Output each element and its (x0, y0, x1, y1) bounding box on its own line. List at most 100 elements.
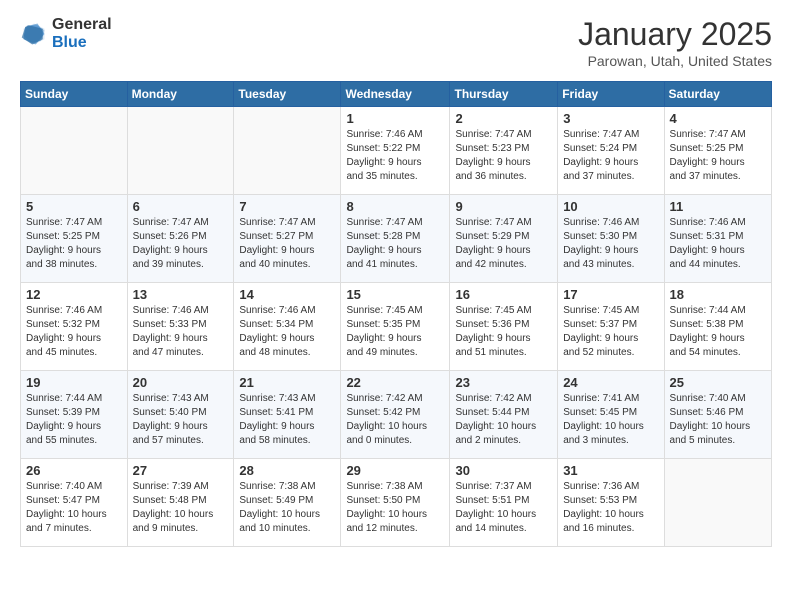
day-info: Sunrise: 7:41 AM Sunset: 5:45 PM Dayligh… (563, 392, 658, 448)
calendar-cell: 23 Sunrise: 7:42 AM Sunset: 5:44 PM Dayli… (450, 371, 558, 459)
day-number: 19 (26, 375, 122, 390)
day-info: Sunrise: 7:42 AM Sunset: 5:42 PM Dayligh… (346, 392, 444, 448)
col-wednesday: Wednesday (341, 82, 450, 107)
header: General Blue January 2025 Parowan, Utah,… (20, 16, 772, 69)
col-tuesday: Tuesday (234, 82, 341, 107)
calendar-header: Sunday Monday Tuesday Wednesday Thursday… (21, 82, 772, 107)
month-title: January 2025 (578, 16, 772, 53)
day-info: Sunrise: 7:46 AM Sunset: 5:22 PM Dayligh… (346, 128, 444, 184)
day-number: 24 (563, 375, 658, 390)
day-info: Sunrise: 7:47 AM Sunset: 5:26 PM Dayligh… (133, 216, 229, 272)
day-number: 5 (26, 199, 122, 214)
calendar-cell: 21Sunrise: 7:43 AM Sunset: 5:41 PM Dayli… (234, 371, 341, 459)
day-info: Sunrise: 7:38 AM Sunset: 5:49 PM Dayligh… (239, 480, 335, 536)
calendar-cell: 2 Sunrise: 7:47 AM Sunset: 5:23 PM Daylig… (450, 107, 558, 195)
day-number: 27 (133, 463, 229, 478)
calendar-cell: 29 Sunrise: 7:38 AM Sunset: 5:50 PM Dayli… (341, 459, 450, 547)
day-number: 23 (455, 375, 552, 390)
day-number: 14 (239, 287, 335, 302)
calendar-cell: 28 Sunrise: 7:38 AM Sunset: 5:49 PM Dayli… (234, 459, 341, 547)
calendar-cell: 8Sunrise: 7:47 AM Sunset: 5:28 PM Daylig… (341, 195, 450, 283)
day-number: 3 (563, 111, 658, 126)
day-number: 10 (563, 199, 658, 214)
day-number: 28 (239, 463, 335, 478)
calendar-cell: 30Sunrise: 7:37 AM Sunset: 5:51 PM Dayli… (450, 459, 558, 547)
calendar-cell: 24 Sunrise: 7:41 AM Sunset: 5:45 PM Dayli… (558, 371, 664, 459)
calendar-cell (21, 107, 128, 195)
day-number: 30 (455, 463, 552, 478)
calendar-cell: 4 Sunrise: 7:47 AM Sunset: 5:25 PM Daylig… (664, 107, 771, 195)
calendar-cell: 12 Sunrise: 7:46 AM Sunset: 5:32 PM Dayli… (21, 283, 128, 371)
calendar-cell: 13Sunrise: 7:46 AM Sunset: 5:33 PM Dayli… (127, 283, 234, 371)
day-number: 9 (455, 199, 552, 214)
calendar-cell: 10 Sunrise: 7:46 AM Sunset: 5:30 PM Dayli… (558, 195, 664, 283)
day-number: 12 (26, 287, 122, 302)
day-info: Sunrise: 7:47 AM Sunset: 5:23 PM Dayligh… (455, 128, 552, 184)
title-block: January 2025 Parowan, Utah, United State… (578, 16, 772, 69)
header-row: Sunday Monday Tuesday Wednesday Thursday… (21, 82, 772, 107)
day-info: Sunrise: 7:46 AM Sunset: 5:34 PM Dayligh… (239, 304, 335, 360)
col-friday: Friday (558, 82, 664, 107)
calendar-cell: 9 Sunrise: 7:47 AM Sunset: 5:29 PM Daylig… (450, 195, 558, 283)
week-row-3: 12 Sunrise: 7:46 AM Sunset: 5:32 PM Dayli… (21, 283, 772, 371)
day-info: Sunrise: 7:43 AM Sunset: 5:41 PM Dayligh… (239, 392, 335, 448)
day-info: Sunrise: 7:45 AM Sunset: 5:36 PM Dayligh… (455, 304, 552, 360)
calendar-cell: 16 Sunrise: 7:45 AM Sunset: 5:36 PM Dayli… (450, 283, 558, 371)
calendar-cell: 17Sunrise: 7:45 AM Sunset: 5:37 PM Dayli… (558, 283, 664, 371)
calendar-cell: 18Sunrise: 7:44 AM Sunset: 5:38 PM Dayli… (664, 283, 771, 371)
logo-general: General (52, 16, 112, 33)
week-row-2: 5 Sunrise: 7:47 AM Sunset: 5:25 PM Daylig… (21, 195, 772, 283)
day-info: Sunrise: 7:44 AM Sunset: 5:39 PM Dayligh… (26, 392, 122, 448)
calendar-cell: 26Sunrise: 7:40 AM Sunset: 5:47 PM Dayli… (21, 459, 128, 547)
day-number: 16 (455, 287, 552, 302)
calendar-cell: 7Sunrise: 7:47 AM Sunset: 5:27 PM Daylig… (234, 195, 341, 283)
day-info: Sunrise: 7:46 AM Sunset: 5:30 PM Dayligh… (563, 216, 658, 272)
day-info: Sunrise: 7:42 AM Sunset: 5:44 PM Dayligh… (455, 392, 552, 448)
day-info: Sunrise: 7:40 AM Sunset: 5:46 PM Dayligh… (670, 392, 766, 448)
calendar: Sunday Monday Tuesday Wednesday Thursday… (20, 81, 772, 547)
calendar-cell (234, 107, 341, 195)
day-number: 6 (133, 199, 229, 214)
calendar-cell: 31 Sunrise: 7:36 AM Sunset: 5:53 PM Dayli… (558, 459, 664, 547)
day-info: Sunrise: 7:39 AM Sunset: 5:48 PM Dayligh… (133, 480, 229, 536)
col-thursday: Thursday (450, 82, 558, 107)
day-info: Sunrise: 7:45 AM Sunset: 5:35 PM Dayligh… (346, 304, 444, 360)
day-number: 13 (133, 287, 229, 302)
day-info: Sunrise: 7:46 AM Sunset: 5:32 PM Dayligh… (26, 304, 122, 360)
day-number: 31 (563, 463, 658, 478)
calendar-cell: 22 Sunrise: 7:42 AM Sunset: 5:42 PM Dayli… (341, 371, 450, 459)
calendar-cell: 27 Sunrise: 7:39 AM Sunset: 5:48 PM Dayli… (127, 459, 234, 547)
col-saturday: Saturday (664, 82, 771, 107)
day-number: 29 (346, 463, 444, 478)
calendar-cell: 25 Sunrise: 7:40 AM Sunset: 5:46 PM Dayli… (664, 371, 771, 459)
day-info: Sunrise: 7:47 AM Sunset: 5:25 PM Dayligh… (670, 128, 766, 184)
day-info: Sunrise: 7:36 AM Sunset: 5:53 PM Dayligh… (563, 480, 658, 536)
day-number: 11 (670, 199, 766, 214)
day-number: 17 (563, 287, 658, 302)
day-info: Sunrise: 7:40 AM Sunset: 5:47 PM Dayligh… (26, 480, 122, 536)
day-number: 7 (239, 199, 335, 214)
calendar-cell: 5 Sunrise: 7:47 AM Sunset: 5:25 PM Daylig… (21, 195, 128, 283)
day-number: 25 (670, 375, 766, 390)
calendar-cell: 15Sunrise: 7:45 AM Sunset: 5:35 PM Dayli… (341, 283, 450, 371)
day-info: Sunrise: 7:47 AM Sunset: 5:28 PM Dayligh… (346, 216, 444, 272)
day-number: 18 (670, 287, 766, 302)
calendar-cell: 19 Sunrise: 7:44 AM Sunset: 5:39 PM Dayli… (21, 371, 128, 459)
day-info: Sunrise: 7:46 AM Sunset: 5:31 PM Dayligh… (670, 216, 766, 272)
logo-text: General Blue (52, 16, 112, 52)
calendar-cell: 3Sunrise: 7:47 AM Sunset: 5:24 PM Daylig… (558, 107, 664, 195)
day-info: Sunrise: 7:47 AM Sunset: 5:25 PM Dayligh… (26, 216, 122, 272)
calendar-cell: 14 Sunrise: 7:46 AM Sunset: 5:34 PM Dayli… (234, 283, 341, 371)
week-row-5: 26Sunrise: 7:40 AM Sunset: 5:47 PM Dayli… (21, 459, 772, 547)
day-info: Sunrise: 7:47 AM Sunset: 5:29 PM Dayligh… (455, 216, 552, 272)
day-number: 22 (346, 375, 444, 390)
calendar-cell: 11 Sunrise: 7:46 AM Sunset: 5:31 PM Dayli… (664, 195, 771, 283)
col-sunday: Sunday (21, 82, 128, 107)
day-number: 2 (455, 111, 552, 126)
week-row-1: 1Sunrise: 7:46 AM Sunset: 5:22 PM Daylig… (21, 107, 772, 195)
calendar-cell: 6 Sunrise: 7:47 AM Sunset: 5:26 PM Daylig… (127, 195, 234, 283)
week-row-4: 19 Sunrise: 7:44 AM Sunset: 5:39 PM Dayli… (21, 371, 772, 459)
location: Parowan, Utah, United States (578, 53, 772, 69)
day-info: Sunrise: 7:38 AM Sunset: 5:50 PM Dayligh… (346, 480, 444, 536)
day-number: 4 (670, 111, 766, 126)
